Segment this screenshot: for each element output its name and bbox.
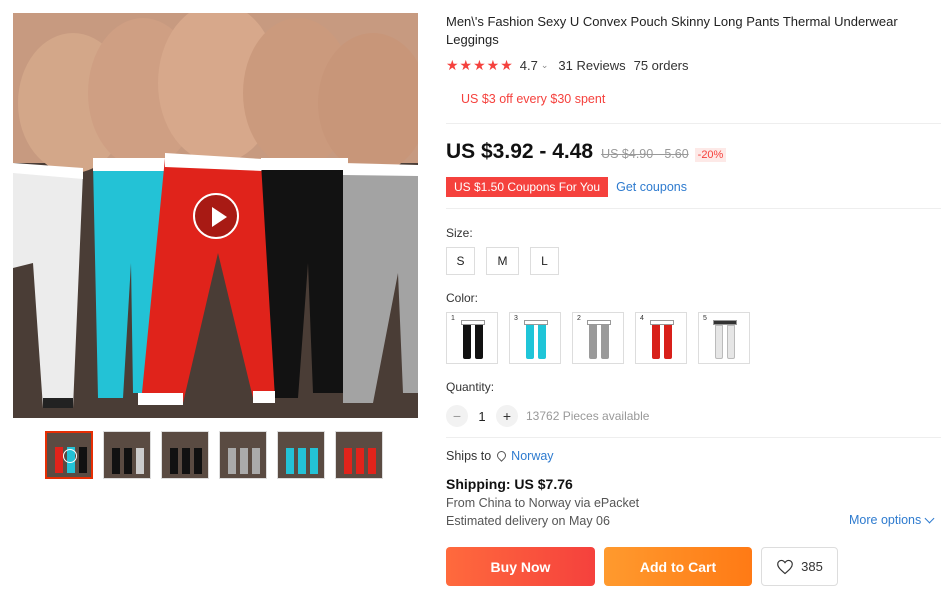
- color-option-3[interactable]: 3: [509, 312, 561, 364]
- coupon-row: US $1.50 Coupons For You Get coupons: [446, 177, 687, 197]
- quantity-label: Quantity:: [446, 380, 495, 394]
- ships-to-row: Ships to Norway: [446, 449, 554, 463]
- color-option-4[interactable]: 4: [635, 312, 687, 364]
- chevron-down-icon: [924, 513, 935, 523]
- ships-to-label: Ships to: [446, 449, 492, 463]
- thumbnail-2[interactable]: [103, 431, 151, 479]
- divider: [446, 123, 941, 124]
- get-coupons-link[interactable]: Get coupons: [616, 180, 687, 194]
- thumbnail-strip: [45, 431, 383, 479]
- color-option-5[interactable]: 5: [698, 312, 750, 364]
- quantity-input[interactable]: 1: [468, 409, 496, 424]
- discount-badge: -20%: [694, 148, 727, 162]
- decrease-quantity-button[interactable]: −: [446, 405, 468, 427]
- wishlist-count: 385: [801, 559, 823, 574]
- rating-stars-icon: ★★★★★: [446, 57, 514, 73]
- main-product-image[interactable]: [13, 13, 418, 418]
- price-row: US $3.92 - 4.48 US $4.90 - 5.60 -20%: [446, 140, 727, 164]
- ships-to-country[interactable]: Norway: [511, 449, 553, 463]
- size-option-l[interactable]: L: [530, 247, 559, 275]
- color-label: Color:: [446, 291, 479, 305]
- play-video-icon[interactable]: [193, 193, 239, 239]
- size-label: Size:: [446, 226, 473, 240]
- increase-quantity-button[interactable]: +: [496, 405, 518, 427]
- orders-count: 75 orders: [633, 58, 689, 73]
- color-options: 1 3 2 4 5: [446, 312, 750, 364]
- heart-icon: [777, 559, 793, 574]
- current-price: US $3.92 - 4.48: [446, 140, 594, 163]
- quantity-stepper: − 1 + 13762 Pieces available: [446, 405, 649, 427]
- estimated-delivery: Estimated delivery on May 06: [446, 514, 610, 528]
- chevron-down-icon[interactable]: ⌄: [541, 60, 549, 71]
- rating-value[interactable]: 4.7: [520, 58, 538, 73]
- thumbnail-4[interactable]: [219, 431, 267, 479]
- divider: [446, 208, 941, 209]
- play-icon: [63, 449, 77, 463]
- thumbnail-5[interactable]: [277, 431, 325, 479]
- color-option-2[interactable]: 2: [572, 312, 624, 364]
- shipping-cost: Shipping: US $7.76: [446, 476, 573, 492]
- more-options-link[interactable]: More options: [849, 513, 935, 527]
- wishlist-button[interactable]: 385: [761, 547, 838, 586]
- add-to-cart-button[interactable]: Add to Cart: [604, 547, 752, 586]
- divider: [446, 437, 941, 438]
- size-option-s[interactable]: S: [446, 247, 475, 275]
- color-option-1[interactable]: 1: [446, 312, 498, 364]
- thumbnail-3[interactable]: [161, 431, 209, 479]
- coupon-tag: US $1.50 Coupons For You: [446, 177, 609, 197]
- size-option-m[interactable]: M: [486, 247, 519, 275]
- reviews-link[interactable]: 31 Reviews: [558, 58, 625, 73]
- thumbnail-video[interactable]: [45, 431, 93, 479]
- location-pin-icon: [497, 451, 506, 462]
- buy-now-button[interactable]: Buy Now: [446, 547, 595, 586]
- available-stock: 13762 Pieces available: [526, 409, 650, 423]
- more-options-label[interactable]: More options: [849, 513, 921, 527]
- rating-row: ★★★★★ 4.7 ⌄ 31 Reviews 75 orders: [446, 57, 689, 74]
- thumbnail-6[interactable]: [335, 431, 383, 479]
- original-price: US $4.90 - 5.60: [601, 147, 689, 161]
- store-promo[interactable]: US $3 off every $30 spent: [461, 92, 605, 106]
- shipping-route: From China to Norway via ePacket: [446, 496, 640, 510]
- product-title: Men\'s Fashion Sexy U Convex Pouch Skinn…: [446, 14, 898, 47]
- size-options: S M L: [446, 247, 559, 275]
